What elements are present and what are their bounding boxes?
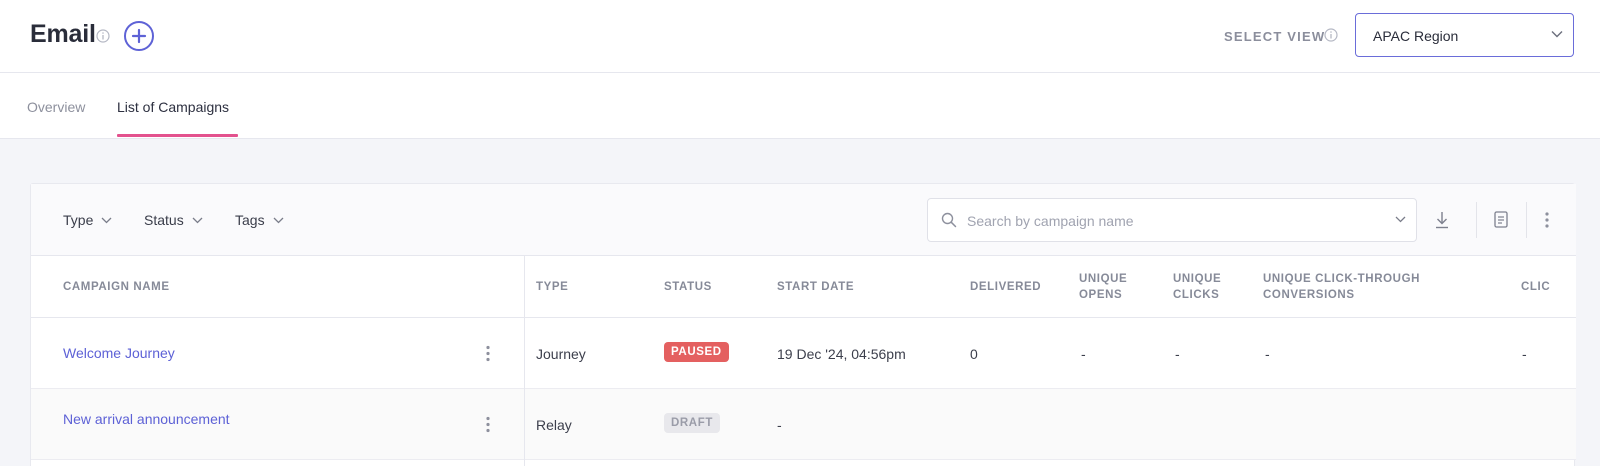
tab-list-of-campaigns[interactable]: List of Campaigns xyxy=(117,99,229,115)
filter-status-label: Status xyxy=(144,212,184,228)
campaign-name-link[interactable]: New arrival announcement xyxy=(63,411,230,427)
clicks: - xyxy=(1522,346,1527,362)
column-header-status[interactable]: STATUS xyxy=(664,279,712,295)
column-header-unique-clicks[interactable]: UNIQUE CLICKS xyxy=(1173,271,1221,303)
column-header-delivered[interactable]: DELIVERED xyxy=(970,279,1041,295)
plus-icon xyxy=(131,28,147,44)
row-options-icon[interactable] xyxy=(486,416,490,433)
chevron-down-icon xyxy=(192,217,203,223)
campaigns-card: Type Status Tags Search by campaign name xyxy=(30,183,1576,466)
filter-tags[interactable]: Tags xyxy=(235,212,284,228)
start-date: - xyxy=(777,417,782,433)
info-icon[interactable] xyxy=(1324,28,1338,42)
campaign-type: Relay xyxy=(536,417,572,433)
view-select-value: APAC Region xyxy=(1373,28,1459,44)
select-view-label: SELECT VIEW xyxy=(1224,29,1326,44)
column-header-start-date[interactable]: START DATE xyxy=(777,279,854,295)
page-header: Email SELECT VIEW APAC Region xyxy=(0,0,1600,73)
add-campaign-button[interactable] xyxy=(124,21,154,51)
tab-bar: Overview List of Campaigns xyxy=(0,73,1600,139)
download-icon[interactable] xyxy=(1434,211,1450,229)
search-placeholder: Search by campaign name xyxy=(967,213,1134,229)
chevron-down-icon xyxy=(101,217,112,223)
campaign-name-link[interactable]: Welcome Journey xyxy=(63,345,175,361)
report-icon[interactable] xyxy=(1494,211,1508,228)
chevron-down-icon xyxy=(1551,31,1563,38)
info-icon[interactable] xyxy=(96,29,110,43)
row-options-icon[interactable] xyxy=(486,345,490,362)
table-header: CAMPAIGN NAME TYPE STATUS START DATE DEL… xyxy=(31,256,1576,318)
start-date: 19 Dec '24, 04:56pm xyxy=(777,346,906,362)
filter-status[interactable]: Status xyxy=(144,212,203,228)
table-row[interactable]: New arrival announcement Relay DRAFT - xyxy=(31,389,1576,460)
column-header-unique-click-through-conversions[interactable]: UNIQUE CLICK-THROUGH CONVERSIONS xyxy=(1263,271,1420,303)
more-options-icon[interactable] xyxy=(1545,211,1549,229)
chevron-down-icon xyxy=(273,217,284,223)
unique-opens: - xyxy=(1081,346,1086,362)
column-header-unique-opens[interactable]: UNIQUE OPENS xyxy=(1079,271,1127,303)
unique-clicks: - xyxy=(1175,346,1180,362)
toolbar-divider xyxy=(1476,202,1477,238)
filter-type-label: Type xyxy=(63,212,94,228)
chevron-down-icon[interactable] xyxy=(1395,216,1406,223)
status-badge: DRAFT xyxy=(664,413,720,433)
filter-tags-label: Tags xyxy=(235,212,265,228)
frozen-column-divider xyxy=(524,256,525,466)
page-title: Email xyxy=(30,20,96,48)
toolbar-divider xyxy=(1526,202,1527,238)
filter-toolbar: Type Status Tags Search by campaign name xyxy=(31,184,1576,256)
view-select[interactable]: APAC Region xyxy=(1355,13,1574,57)
column-header-type[interactable]: TYPE xyxy=(536,279,568,295)
active-tab-indicator xyxy=(117,134,238,137)
search-input[interactable]: Search by campaign name xyxy=(927,198,1417,242)
status-badge: PAUSED xyxy=(664,342,729,362)
column-header-clicks[interactable]: CLIC xyxy=(1521,279,1550,295)
unique-click-through-conversions: - xyxy=(1265,346,1270,362)
search-icon xyxy=(941,212,957,228)
column-header-campaign-name[interactable]: CAMPAIGN NAME xyxy=(63,279,170,295)
table-row[interactable]: Welcome Journey Journey PAUSED 19 Dec '2… xyxy=(31,318,1576,389)
delivered-count: 0 xyxy=(970,346,978,362)
campaign-type: Journey xyxy=(536,346,586,362)
filter-type[interactable]: Type xyxy=(63,212,112,228)
tab-overview[interactable]: Overview xyxy=(27,99,85,115)
